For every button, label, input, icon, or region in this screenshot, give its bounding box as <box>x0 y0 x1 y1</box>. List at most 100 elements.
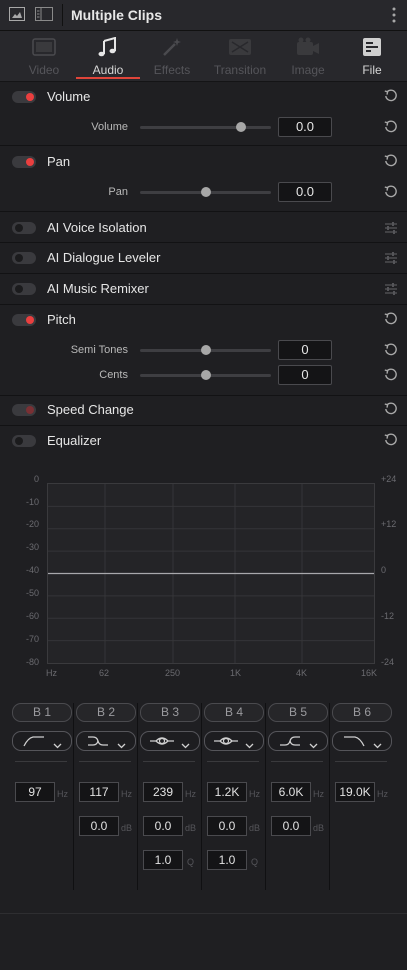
band-2-filter-select[interactable] <box>76 731 136 751</box>
reset-semi-tones-icon[interactable] <box>384 343 398 360</box>
pan-section-title: Pan <box>47 154 71 169</box>
ai-dialogue-leveler-toggle[interactable] <box>12 252 36 264</box>
semi-tones-label: Semi Tones <box>70 344 128 356</box>
ai-dialogue-leveler-title: AI Dialogue Leveler <box>47 250 161 265</box>
band-3-q-field[interactable]: 1.0 <box>143 850 183 870</box>
reset-volume-icon[interactable] <box>384 120 398 137</box>
volume-section-title: Volume <box>47 89 91 104</box>
band-3-freq-unit: Hz <box>185 789 196 799</box>
split-view-icon[interactable] <box>35 7 53 24</box>
tab-image[interactable]: Image <box>276 31 340 81</box>
divider <box>0 211 407 212</box>
cents-slider-knob[interactable] <box>200 370 211 380</box>
tab-video[interactable]: Video <box>12 31 76 81</box>
band-4-filter-select[interactable] <box>204 731 264 751</box>
band-4-button[interactable]: B 4 <box>204 703 264 722</box>
pan-param-label: Pan <box>108 186 128 198</box>
volume-value-field[interactable]: 0.0 <box>278 117 332 137</box>
semi-tones-slider[interactable] <box>140 345 271 355</box>
band-2-gain-field[interactable]: 0.0 <box>79 816 119 836</box>
band-1-filter-select[interactable] <box>12 731 72 751</box>
eq-graph[interactable] <box>47 483 375 664</box>
semi-tones-value-field[interactable]: 0 <box>278 340 332 360</box>
band-4-gain-unit: dB <box>249 823 261 833</box>
eq-left-axis-label: -60 <box>25 611 39 621</box>
tab-file[interactable]: File <box>340 31 404 81</box>
band-2-freq-field[interactable]: 117 <box>79 782 119 802</box>
settings-sliders-icon[interactable] <box>384 282 398 299</box>
more-options-icon[interactable] <box>391 6 397 27</box>
reset-volume-section-icon[interactable] <box>384 89 398 106</box>
reset-pan-icon[interactable] <box>384 185 398 202</box>
band-4-gain-field[interactable]: 0.0 <box>207 816 247 836</box>
reset-pan-section-icon[interactable] <box>384 154 398 171</box>
pan-slider-knob[interactable] <box>200 187 211 197</box>
pan-slider[interactable] <box>140 187 271 197</box>
high-shelf-filter-icon <box>279 735 301 750</box>
band-5-freq-field[interactable]: 6.0K <box>271 782 311 802</box>
volume-toggle[interactable] <box>12 91 36 103</box>
ai-voice-isolation-toggle[interactable] <box>12 222 36 234</box>
band-6-freq-field[interactable]: 19.0K <box>335 782 375 802</box>
cents-value-field[interactable]: 0 <box>278 365 332 385</box>
eq-grid <box>48 484 374 663</box>
reset-cents-icon[interactable] <box>384 368 398 385</box>
reset-pitch-section-icon[interactable] <box>384 312 398 329</box>
band-1-freq-field[interactable]: 97 <box>15 782 55 802</box>
low-shelf-filter-icon <box>87 735 109 750</box>
band-2-button[interactable]: B 2 <box>76 703 136 722</box>
tab-audio[interactable]: Audio <box>76 31 140 81</box>
semi-tones-slider-knob[interactable] <box>200 345 211 355</box>
band-1-button[interactable]: B 1 <box>12 703 72 722</box>
band-6-button[interactable]: B 6 <box>332 703 392 722</box>
band-5-filter-select[interactable] <box>268 731 328 751</box>
magic-wand-icon <box>160 37 184 60</box>
band-4-q-field[interactable]: 1.0 <box>207 850 247 870</box>
pan-toggle[interactable] <box>12 156 36 168</box>
band-3-gain-field[interactable]: 0.0 <box>143 816 183 836</box>
eq-right-axis-label: +12 <box>381 519 397 529</box>
cents-slider[interactable] <box>140 370 271 380</box>
music-note-icon <box>96 36 120 60</box>
divider <box>0 395 407 396</box>
divider <box>0 242 407 243</box>
band-3-freq-field[interactable]: 239 <box>143 782 183 802</box>
band-5-gain-field[interactable]: 0.0 <box>271 816 311 836</box>
pitch-toggle[interactable] <box>12 314 36 326</box>
band-2-gain-bar <box>79 761 131 762</box>
settings-sliders-icon[interactable] <box>384 221 398 238</box>
chevron-down-icon <box>181 737 190 752</box>
tab-file-label: File <box>362 63 382 77</box>
band-6-gain-bar <box>335 761 387 762</box>
speed-change-toggle[interactable] <box>12 404 36 416</box>
volume-slider-knob[interactable] <box>235 122 246 132</box>
band-3-filter-select[interactable] <box>140 731 200 751</box>
tab-transition[interactable]: Transition <box>208 31 272 81</box>
band-2: B 2 117 Hz 0.0 dB <box>76 703 140 890</box>
reset-equalizer-icon[interactable] <box>384 433 398 450</box>
ai-voice-isolation-title: AI Voice Isolation <box>47 220 147 235</box>
band-2-gain-unit: dB <box>121 823 133 833</box>
volume-slider[interactable] <box>140 122 271 132</box>
settings-sliders-icon[interactable] <box>384 251 398 268</box>
band-3-button[interactable]: B 3 <box>140 703 200 722</box>
band-3-q-unit: Q <box>187 857 195 867</box>
camera-icon <box>296 37 320 60</box>
band-6-freq-unit: Hz <box>377 789 388 799</box>
band-5-button[interactable]: B 5 <box>268 703 328 722</box>
band-1: B 1 97 Hz <box>12 703 76 890</box>
ai-music-remixer-toggle[interactable] <box>12 283 36 295</box>
eq-left-axis-label: -80 <box>25 657 39 667</box>
tab-effects[interactable]: Effects <box>140 31 204 81</box>
divider <box>0 304 407 305</box>
eq-left-axis-label: -50 <box>25 588 39 598</box>
chevron-down-icon <box>53 737 62 752</box>
band-6-filter-select[interactable] <box>332 731 392 751</box>
equalizer-toggle[interactable] <box>12 435 36 447</box>
reset-speed-change-icon[interactable] <box>384 402 398 419</box>
pan-value-field[interactable]: 0.0 <box>278 182 332 202</box>
image-view-icon[interactable] <box>9 7 25 24</box>
tab-image-label: Image <box>291 63 325 77</box>
band-4-freq-field[interactable]: 1.2K <box>207 782 247 802</box>
low-cut-filter-icon <box>23 735 45 750</box>
